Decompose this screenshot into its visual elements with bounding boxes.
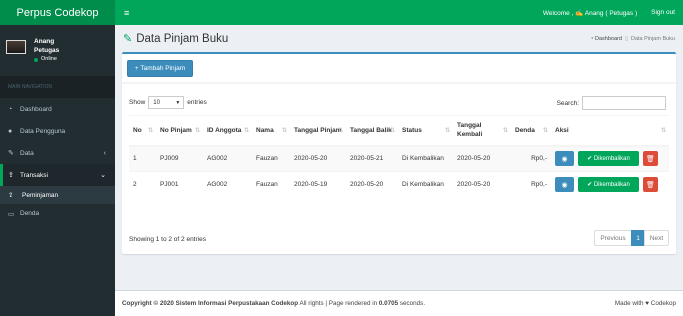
col-no[interactable]: No ⇅ [129, 115, 156, 147]
sort-icon: ⇅ [281, 127, 287, 134]
pagination-next[interactable]: Next [644, 230, 669, 246]
pagination: Previous 1 Next [594, 230, 669, 246]
signout-link[interactable]: Sign out [651, 9, 675, 16]
sidebar-item-peminjaman[interactable]: ⇪ Peminjaman [0, 186, 115, 204]
check-icon: ✔ [587, 156, 594, 163]
user-role: Petugas [34, 47, 60, 54]
col-id-anggota[interactable]: ID Anggota ⇅ [203, 115, 252, 147]
top-navbar: Perpus Codekop ≡ Welcome , ✍ Anang ( Pet… [0, 0, 683, 25]
table-row: 2 PJ001 AG002 Fauzan 2020-05-19 2020-05-… [129, 171, 669, 198]
file-icon: ▯ [624, 35, 628, 42]
nav-header: MAIN NAVIGATION [0, 76, 115, 98]
sort-icon: ⇅ [147, 127, 153, 134]
add-pinjam-button[interactable]: + Tambah Pinjam [127, 60, 193, 77]
eye-icon: ◉ [561, 181, 568, 189]
entries-select[interactable]: 10 ▼ [148, 96, 185, 109]
upload-icon: ⇪ [8, 192, 14, 199]
delete-button[interactable]: 🗑 [643, 177, 658, 193]
online-dot-icon [34, 57, 38, 62]
app-logo[interactable]: Perpus Codekop [0, 0, 115, 25]
search-control: Search: [557, 96, 666, 110]
col-tanggal-balik[interactable]: Tanggal Balik ⇅ [346, 115, 398, 147]
delete-button[interactable]: 🗑 [643, 151, 658, 167]
dashboard-icon: ◔ [8, 105, 13, 113]
chevron-left-icon: ‹ [103, 149, 106, 157]
breadcrumb-dashboard[interactable]: Dashboard [595, 36, 622, 42]
sidebar: Anang Petugas Online MAIN NAVIGATION ◔ D… [0, 25, 115, 316]
user-panel: Anang Petugas Online [0, 25, 115, 71]
sort-icon: ⇅ [194, 127, 200, 134]
dikembalikan-button[interactable]: ✔ Dikembalikan [578, 177, 639, 193]
col-status[interactable]: Status ⇅ [398, 115, 453, 147]
pagination-page-1[interactable]: 1 [631, 230, 645, 246]
edit-icon: ✎ [123, 33, 133, 45]
pagination-previous[interactable]: Previous [594, 230, 632, 246]
table-row: 1 PJ009 AG002 Fauzan 2020-05-20 2020-05-… [129, 145, 669, 172]
breadcrumb: ◔ Dashboard ▯ Data Pinjam Buku [590, 36, 675, 42]
entries-control: Show 10 ▼ entries [129, 96, 207, 109]
dikembalikan-button[interactable]: ✔ Dikembalikan [578, 151, 639, 167]
sidebar-item-data[interactable]: ✎ Data ‹ [0, 142, 115, 164]
sort-icon: ⇅ [502, 127, 508, 134]
upload-icon: ⇪ [8, 172, 14, 179]
sort-icon: ⇅ [337, 127, 343, 134]
sort-icon: ⇅ [660, 127, 666, 134]
made-with: Made with ♥ Codekop [614, 300, 676, 307]
chevron-down-icon: ⌄ [100, 172, 106, 179]
welcome-user-link[interactable]: Welcome , ✍ Anang ( Petugas ) [543, 9, 637, 17]
sidebar-item-denda[interactable]: ▭ Denda [0, 204, 115, 223]
col-tanggal-kembali[interactable]: Tanggal Kembali ⇅ [453, 115, 511, 147]
table-header-row: No ⇅ No Pinjam ⇅ ID Anggota ⇅ Nama ⇅ Tanggal… [129, 115, 669, 147]
col-no-pinjam[interactable]: No Pinjam ⇅ [156, 115, 203, 147]
col-tanggal-pinjam[interactable]: Tanggal Pinjam ⇅ [290, 115, 346, 147]
trash-icon: 🗑 [646, 181, 655, 189]
sidebar-toggle-icon[interactable]: ≡ [124, 8, 129, 18]
sidebar-item-transaksi[interactable]: ⇪ Transaksi ⌄ [0, 164, 115, 186]
search-input[interactable] [582, 96, 666, 110]
main-content: ✎ Data Pinjam Buku ◔ Dashboard ▯ Data Pi… [115, 25, 683, 290]
chevron-down-icon: ▼ [175, 99, 181, 106]
sidebar-item-dashboard[interactable]: ◔ Dashboard [0, 98, 115, 120]
sort-icon: ⇅ [444, 127, 450, 134]
trash-icon: 🗑 [646, 155, 655, 163]
col-nama[interactable]: Nama ⇅ [252, 115, 290, 147]
avatar [6, 40, 26, 54]
sort-icon: ⇅ [389, 127, 395, 134]
view-button[interactable]: ◉ [555, 151, 574, 167]
table-info: Showing 1 to 2 of 2 entries [129, 236, 206, 243]
sort-icon: ⇅ [542, 127, 548, 134]
col-aksi[interactable]: Aksi ⇅ [551, 115, 669, 147]
col-denda[interactable]: Denda ⇅ [511, 115, 551, 147]
sort-icon: ⇅ [243, 127, 249, 134]
money-icon: ▭ [8, 210, 15, 218]
eye-icon: ◉ [561, 155, 568, 163]
view-button[interactable]: ◉ [555, 177, 574, 193]
check-icon: ✔ [587, 182, 594, 189]
pinjam-table: No ⇅ No Pinjam ⇅ ID Anggota ⇅ Nama ⇅ Tanggal… [129, 115, 669, 198]
footer: Copyright © 2020 Sistem Informasi Perpus… [115, 290, 683, 316]
breadcrumb-current: Data Pinjam Buku [630, 35, 675, 42]
user-name: Anang [34, 38, 55, 45]
page-title: ✎ Data Pinjam Buku [123, 32, 229, 46]
online-status: Online [34, 55, 59, 64]
edit-icon: ✎ [8, 150, 14, 157]
data-box: + Tambah Pinjam Show 10 ▼ entries Search… [122, 52, 676, 254]
user-icon: ● [8, 127, 13, 135]
footer-copyright: Copyright © 2020 Sistem Informasi Perpus… [122, 300, 299, 307]
sidebar-item-data-pengguna[interactable]: ● Data Pengguna [0, 120, 115, 142]
